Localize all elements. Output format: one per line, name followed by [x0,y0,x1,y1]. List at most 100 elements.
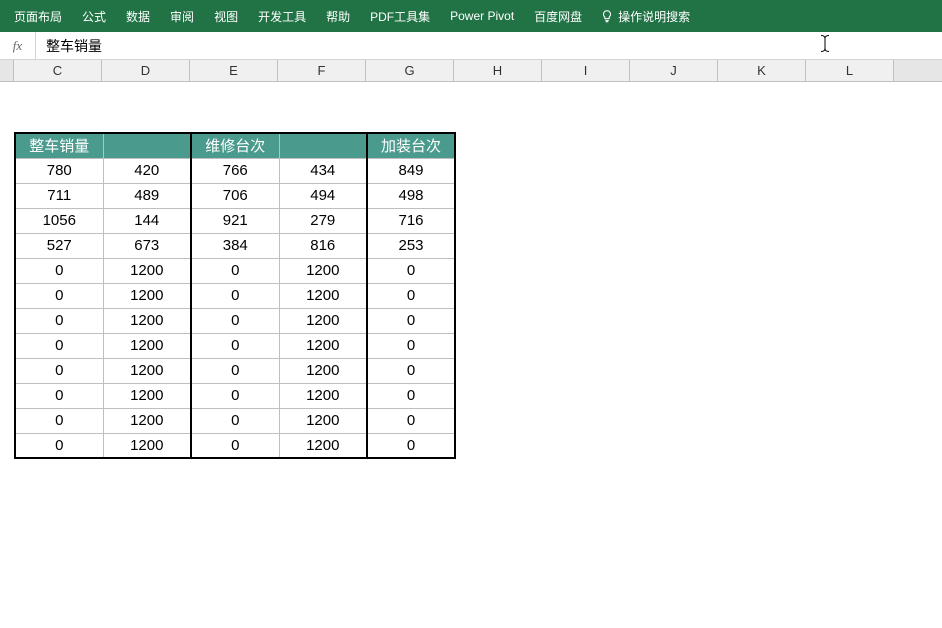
table-cell[interactable]: 0 [191,333,279,358]
col-header-stub[interactable] [0,60,14,81]
table-cell[interactable]: 498 [367,183,455,208]
table-cell[interactable]: 0 [15,258,103,283]
col-header-c[interactable]: C [14,60,102,81]
table-cell[interactable]: 0 [15,383,103,408]
table-cell[interactable]: 0 [15,358,103,383]
ribbon-tab-view[interactable]: 视图 [204,0,248,32]
table-cell[interactable]: 1200 [279,333,367,358]
table-cell[interactable]: 0 [191,283,279,308]
ribbon-tab-powerpivot[interactable]: Power Pivot [440,0,524,32]
table-cell[interactable]: 1200 [279,258,367,283]
table-cell[interactable]: 0 [15,308,103,333]
table-cell[interactable]: 921 [191,208,279,233]
table-cell[interactable]: 0 [191,383,279,408]
table-cell[interactable]: 0 [15,408,103,433]
table-cell[interactable]: 1200 [103,433,191,458]
table-cell[interactable]: 816 [279,233,367,258]
table-cell[interactable]: 673 [103,233,191,258]
table-header-row: 整车销量 维修台次 加装台次 [15,133,455,158]
ribbon-tab-review[interactable]: 审阅 [160,0,204,32]
ribbon-tab-devtools[interactable]: 开发工具 [248,0,316,32]
table-cell[interactable]: 1200 [279,433,367,458]
table-cell[interactable]: 253 [367,233,455,258]
table-cell[interactable]: 0 [191,433,279,458]
table-cell[interactable]: 489 [103,183,191,208]
table-cell[interactable]: 1200 [279,383,367,408]
ribbon-tab-data[interactable]: 数据 [116,0,160,32]
table-cell[interactable]: 1200 [279,358,367,383]
table-cell[interactable]: 1200 [279,308,367,333]
fx-button[interactable]: fx [0,32,36,59]
ribbon-bar: 页面布局 公式 数据 审阅 视图 开发工具 帮助 PDF工具集 Power Pi… [0,0,942,32]
table-cell[interactable]: 0 [15,433,103,458]
table-row: 780420766434849 [15,158,455,183]
header-cell[interactable]: 加装台次 [367,133,455,158]
col-header-k[interactable]: K [718,60,806,81]
table-cell[interactable]: 1200 [103,333,191,358]
sheet-grid[interactable]: 整车销量 维修台次 加装台次 7804207664348497114897064… [0,82,942,628]
table-cell[interactable]: 0 [367,333,455,358]
ribbon-tab-help[interactable]: 帮助 [316,0,360,32]
table-cell[interactable]: 434 [279,158,367,183]
col-header-g[interactable]: G [366,60,454,81]
table-cell[interactable]: 1200 [103,358,191,383]
table-cell[interactable]: 494 [279,183,367,208]
table-cell[interactable]: 1200 [103,258,191,283]
header-cell[interactable]: 整车销量 [15,133,103,158]
table-cell[interactable]: 0 [191,308,279,333]
table-cell[interactable]: 0 [367,383,455,408]
table-cell[interactable]: 0 [367,358,455,383]
formula-input[interactable] [36,32,942,59]
table-cell[interactable]: 716 [367,208,455,233]
lightbulb-icon [600,9,614,23]
col-header-f[interactable]: F [278,60,366,81]
ribbon-tab-pdftools[interactable]: PDF工具集 [360,0,440,32]
table-row: 01200012000 [15,258,455,283]
table-cell[interactable]: 711 [15,183,103,208]
header-cell[interactable]: 维修台次 [191,133,279,158]
table-cell[interactable]: 420 [103,158,191,183]
data-table: 整车销量 维修台次 加装台次 7804207664348497114897064… [14,132,456,459]
table-cell[interactable]: 0 [191,408,279,433]
table-cell[interactable]: 0 [367,283,455,308]
table-cell[interactable]: 780 [15,158,103,183]
table-cell[interactable]: 0 [367,308,455,333]
table-row: 01200012000 [15,408,455,433]
col-header-l[interactable]: L [806,60,894,81]
table-cell[interactable]: 766 [191,158,279,183]
col-header-j[interactable]: J [630,60,718,81]
table-cell[interactable]: 527 [15,233,103,258]
col-header-e[interactable]: E [190,60,278,81]
col-header-h[interactable]: H [454,60,542,81]
table-cell[interactable]: 1056 [15,208,103,233]
table-cell[interactable]: 144 [103,208,191,233]
header-cell[interactable] [279,133,367,158]
table-cell[interactable]: 1200 [103,283,191,308]
table-cell[interactable]: 1200 [103,383,191,408]
header-cell[interactable] [103,133,191,158]
table-cell[interactable]: 0 [367,433,455,458]
ribbon-tab-pagelayout[interactable]: 页面布局 [4,0,72,32]
table-cell[interactable]: 1200 [103,308,191,333]
table-row: 01200012000 [15,283,455,308]
table-cell[interactable]: 0 [191,358,279,383]
tell-me-search[interactable]: 操作说明搜索 [592,8,698,25]
table-cell[interactable]: 706 [191,183,279,208]
ribbon-tab-formula[interactable]: 公式 [72,0,116,32]
ribbon-tab-baidudisk[interactable]: 百度网盘 [524,0,592,32]
table-row: 1056144921279716 [15,208,455,233]
table-cell[interactable]: 1200 [103,408,191,433]
table-cell[interactable]: 1200 [279,283,367,308]
table-cell[interactable]: 279 [279,208,367,233]
tell-me-label: 操作说明搜索 [618,8,690,25]
table-cell[interactable]: 0 [15,333,103,358]
table-cell[interactable]: 0 [15,283,103,308]
col-header-d[interactable]: D [102,60,190,81]
table-cell[interactable]: 849 [367,158,455,183]
table-cell[interactable]: 0 [367,258,455,283]
col-header-i[interactable]: I [542,60,630,81]
table-cell[interactable]: 384 [191,233,279,258]
table-cell[interactable]: 1200 [279,408,367,433]
table-cell[interactable]: 0 [367,408,455,433]
table-cell[interactable]: 0 [191,258,279,283]
